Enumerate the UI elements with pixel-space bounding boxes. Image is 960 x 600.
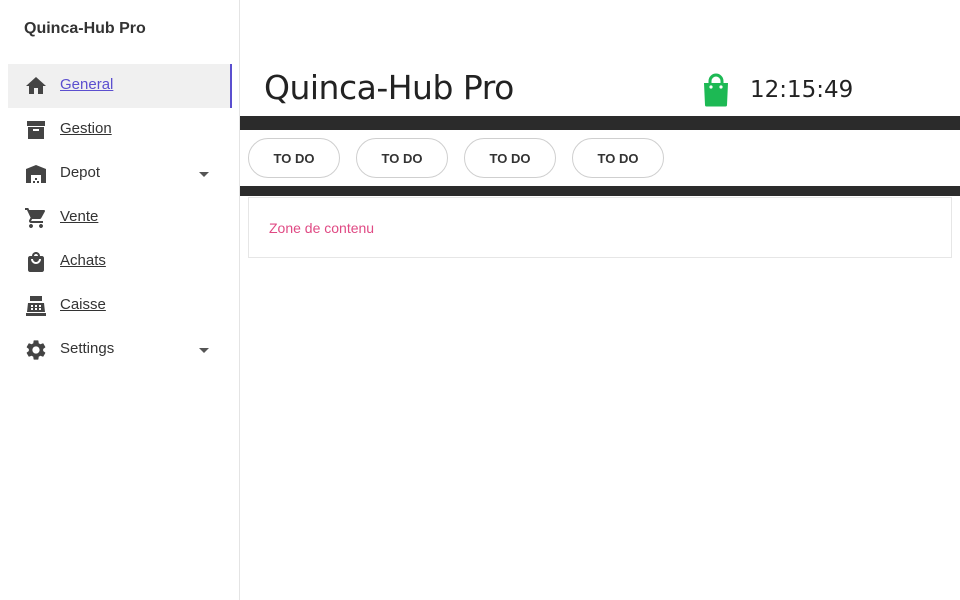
sidebar-item-label: Depot	[60, 164, 101, 181]
sidebar-item-label[interactable]: Vente	[60, 208, 98, 225]
sidebar-item-label[interactable]: Achats	[60, 252, 106, 269]
sidebar-item-settings[interactable]: Settings	[8, 328, 232, 372]
sidebar-item-label[interactable]: Gestion	[60, 120, 112, 137]
tab-bar: TO DO TO DO TO DO TO DO	[248, 138, 664, 178]
content-zone: Zone de contenu	[248, 197, 952, 258]
chevron-down-icon[interactable]	[199, 172, 209, 177]
content-placeholder-text: Zone de contenu	[269, 220, 375, 236]
archive-icon	[24, 118, 48, 142]
tab-todo-3[interactable]: TO DO	[464, 138, 556, 178]
sidebar-item-label[interactable]: Caisse	[60, 296, 106, 313]
tab-todo-2[interactable]: TO DO	[356, 138, 448, 178]
sidebar-nav: General Gestion Depot Vente Achats Caiss…	[8, 64, 232, 372]
sidebar-item-depot[interactable]: Depot	[8, 152, 232, 196]
gear-icon	[24, 338, 48, 362]
sidebar-item-general[interactable]: General	[8, 64, 232, 108]
sidebar-item-gestion[interactable]: Gestion	[8, 108, 232, 152]
warehouse-icon	[24, 162, 48, 186]
header-divider	[240, 116, 960, 130]
cart-icon	[24, 206, 48, 230]
main-area: Quinca-Hub Pro 12:15:49 TO DO TO DO TO D…	[240, 0, 960, 600]
brand-title: Quinca-Hub Pro	[24, 20, 146, 37]
shopping-bag-icon[interactable]	[701, 73, 731, 107]
tab-divider	[240, 186, 960, 196]
cash-register-icon	[24, 294, 48, 318]
home-icon	[24, 74, 48, 98]
sidebar-item-vente[interactable]: Vente	[8, 196, 232, 240]
sidebar-item-label[interactable]: General	[60, 76, 113, 93]
tab-todo-1[interactable]: TO DO	[248, 138, 340, 178]
sidebar-item-label: Settings	[60, 340, 115, 357]
sidebar: Quinca-Hub Pro General Gestion Depot Ven…	[0, 0, 240, 600]
clock: 12:15:49	[750, 77, 854, 103]
sidebar-item-caisse[interactable]: Caisse	[8, 284, 232, 328]
shopping-bag-icon	[24, 250, 48, 274]
tab-todo-4[interactable]: TO DO	[572, 138, 664, 178]
chevron-down-icon[interactable]	[199, 348, 209, 353]
page-title: Quinca-Hub Pro	[264, 68, 514, 107]
sidebar-item-achats[interactable]: Achats	[8, 240, 232, 284]
